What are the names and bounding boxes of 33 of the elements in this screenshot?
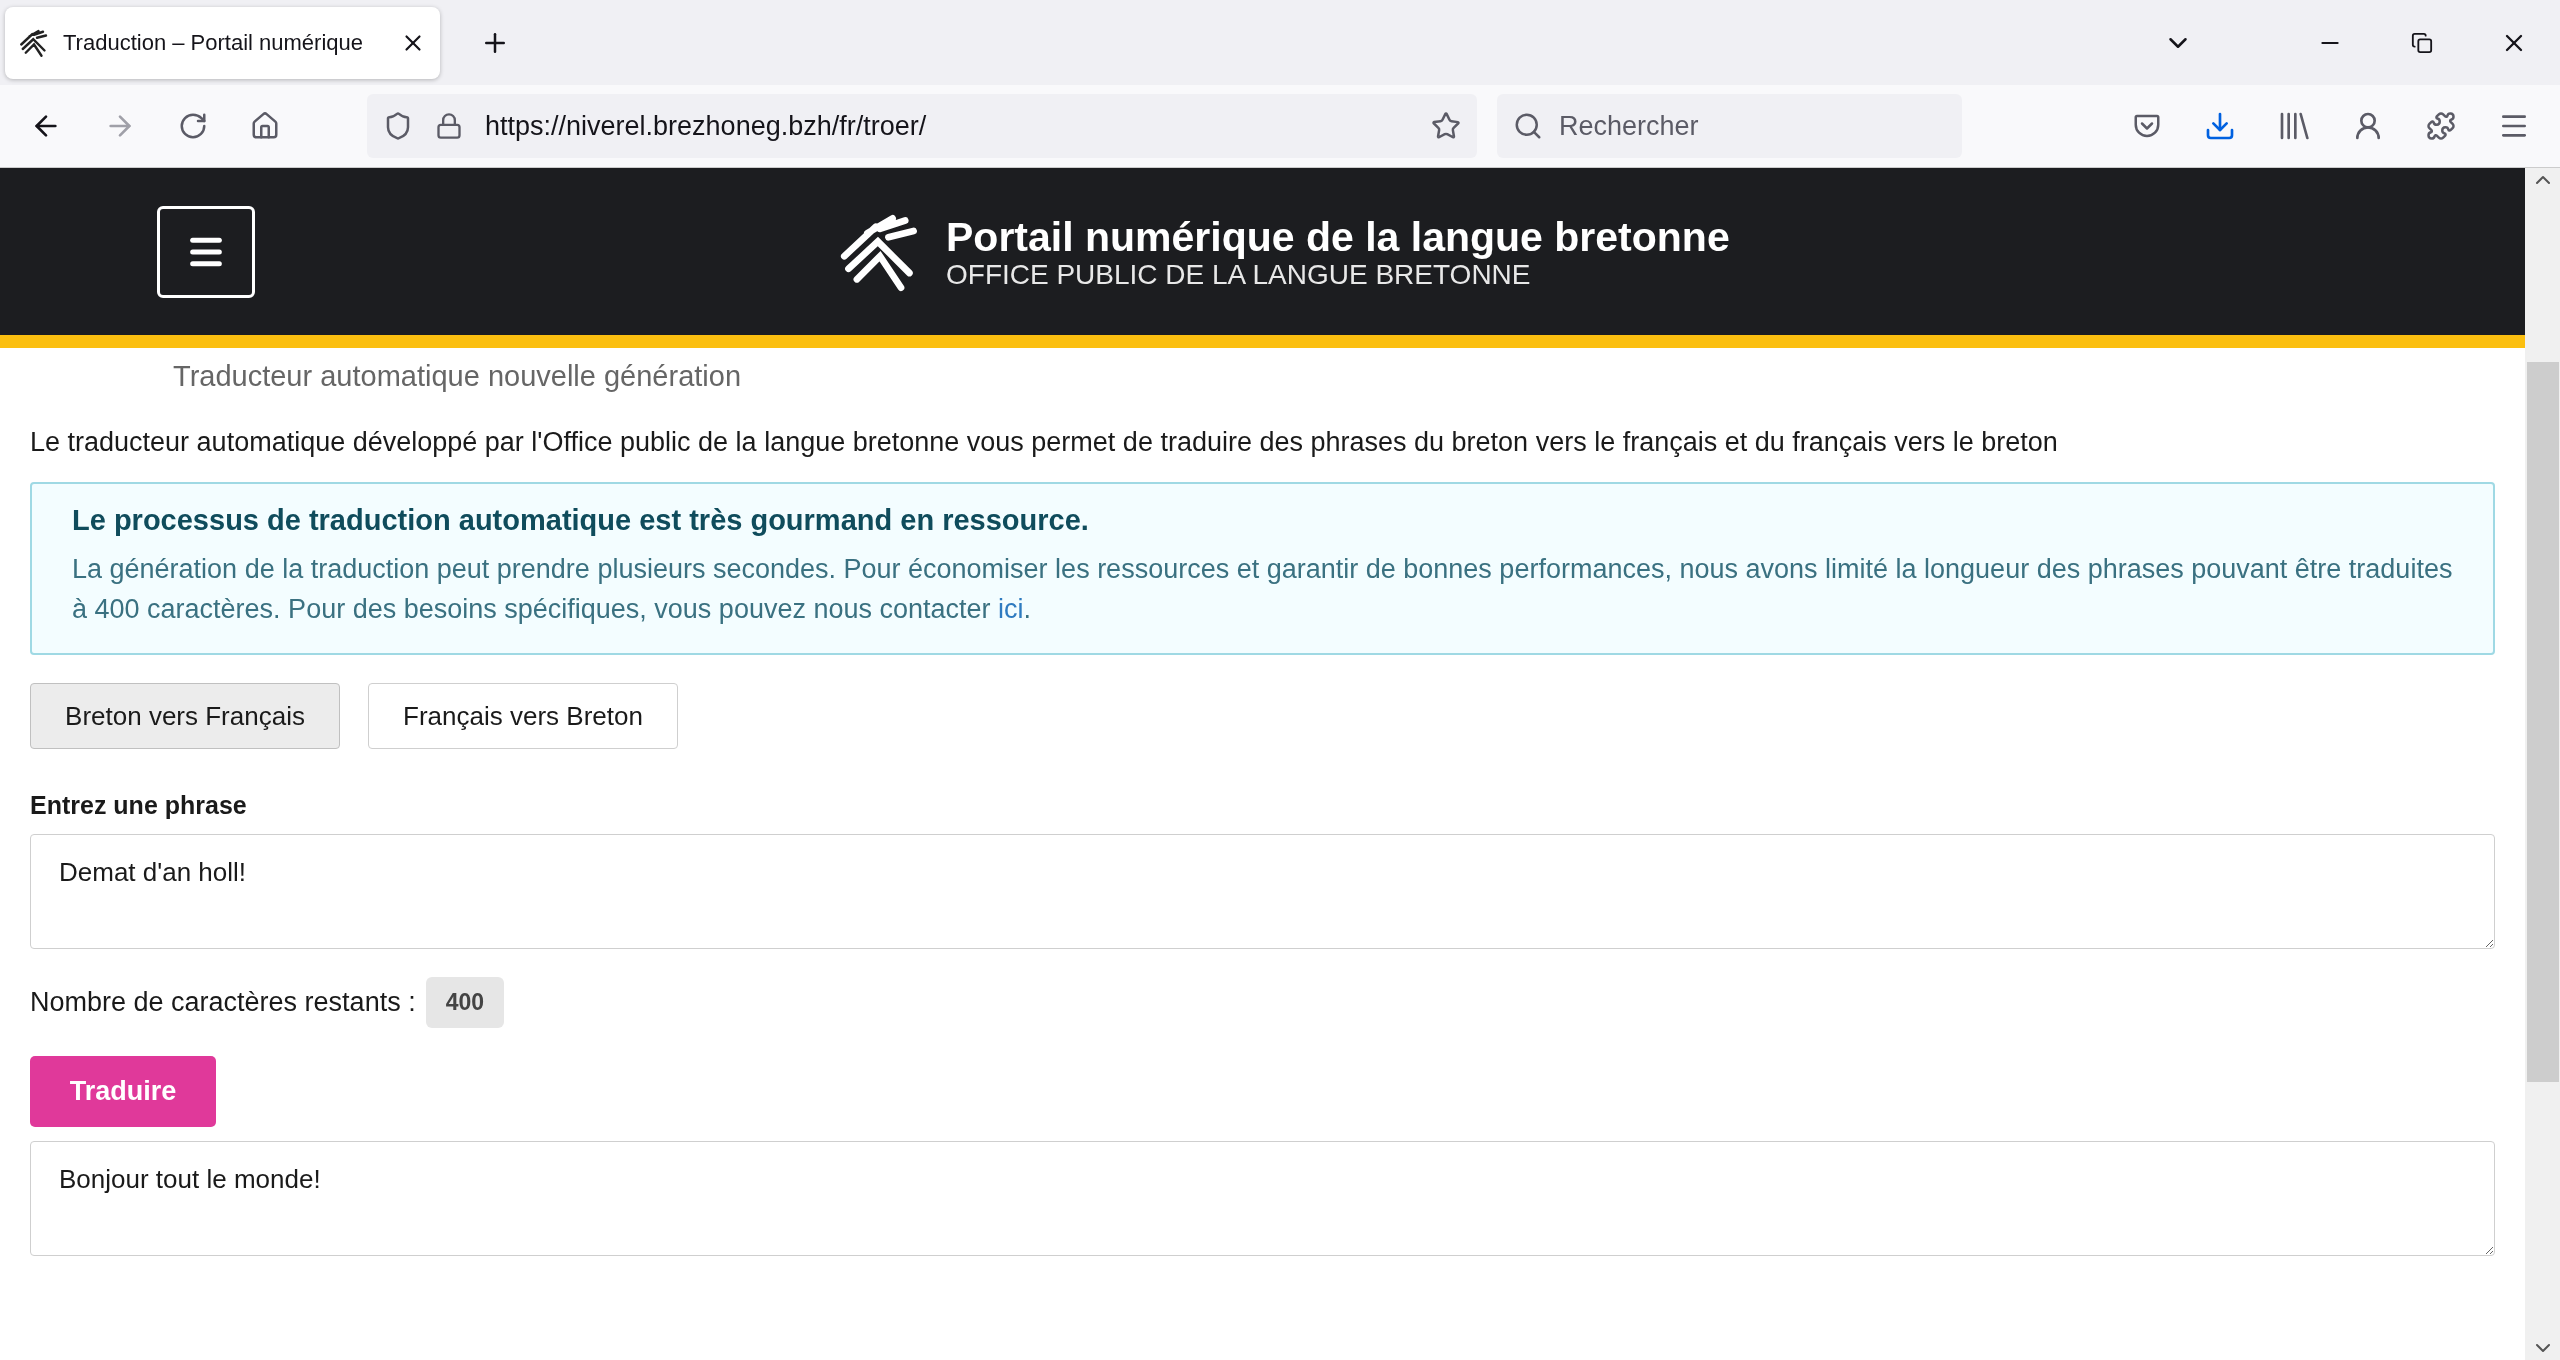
- lock-icon: [435, 112, 463, 140]
- input-field[interactable]: Demat d'an holl!: [30, 834, 2495, 949]
- translate-button[interactable]: Traduire: [30, 1056, 216, 1127]
- input-label: Entrez une phrase: [30, 791, 248, 820]
- alert-text: La génération de la traduction peut prendre plusieurs secondes. Pour économiser les ressources et garantir de bonnes performances, nous avons limité la longueur des phrases pouvant être traduites à 400 caractères. Pour des besoins spécifiques, vous pouvez nous contacter ici.: [72, 553, 2453, 626]
- star-icon[interactable]: [1431, 111, 1461, 141]
- site-title: Portail numérique de la langue bretonne: [946, 213, 1730, 260]
- browser-tab[interactable]: Traduction – Portail numérique: [5, 6, 440, 79]
- tab-title: Traduction – Portail numérique: [63, 29, 364, 56]
- remaining-label: Nombre de caractères restants :: [30, 987, 416, 1018]
- intro-text: Le traducteur automatique développé par l'Office public de la langue bretonne vous permet de traduire des phrases du breton vers le français et du français vers le breton: [30, 427, 2059, 458]
- output-field[interactable]: Bonjour tout le monde!: [30, 1141, 2495, 1256]
- search-bar[interactable]: Rechercher: [1497, 94, 1962, 158]
- scrollbar-thumb[interactable]: [2526, 362, 2559, 1082]
- site-subtitle: OFFICE PUBLIC DE LA LANGUE BRETONNE: [946, 259, 1531, 290]
- library-icon[interactable]: [2278, 111, 2310, 141]
- direction-button[interactable]: Breton vers Français: [30, 683, 340, 749]
- alert-title: Le processus de traduction automatique est très gourmand en ressource.: [72, 504, 1090, 537]
- address-bar[interactable]: https://niverel.brezhoneg.bzh/fr/troer/: [367, 94, 1477, 158]
- tab-logo-icon: [19, 27, 49, 58]
- url-text: https://niverel.brezhoneg.bzh/fr/troer/: [485, 110, 928, 142]
- contact-link[interactable]: ici: [998, 594, 1024, 624]
- reload-icon[interactable]: [178, 111, 208, 141]
- extensions-icon[interactable]: [2426, 111, 2456, 141]
- scrollbar[interactable]: [2525, 168, 2560, 1360]
- remaining-count: 400: [425, 977, 505, 1028]
- menu-button[interactable]: [157, 205, 255, 298]
- page-heading: Traducteur automatique nouvelle génération: [173, 360, 743, 393]
- home-icon[interactable]: [250, 111, 280, 141]
- download-icon[interactable]: [2204, 110, 2236, 142]
- search-field[interactable]: Rechercher: [1557, 109, 1946, 143]
- direction-button[interactable]: Français vers Breton: [368, 683, 678, 749]
- search-icon: [1513, 111, 1543, 141]
